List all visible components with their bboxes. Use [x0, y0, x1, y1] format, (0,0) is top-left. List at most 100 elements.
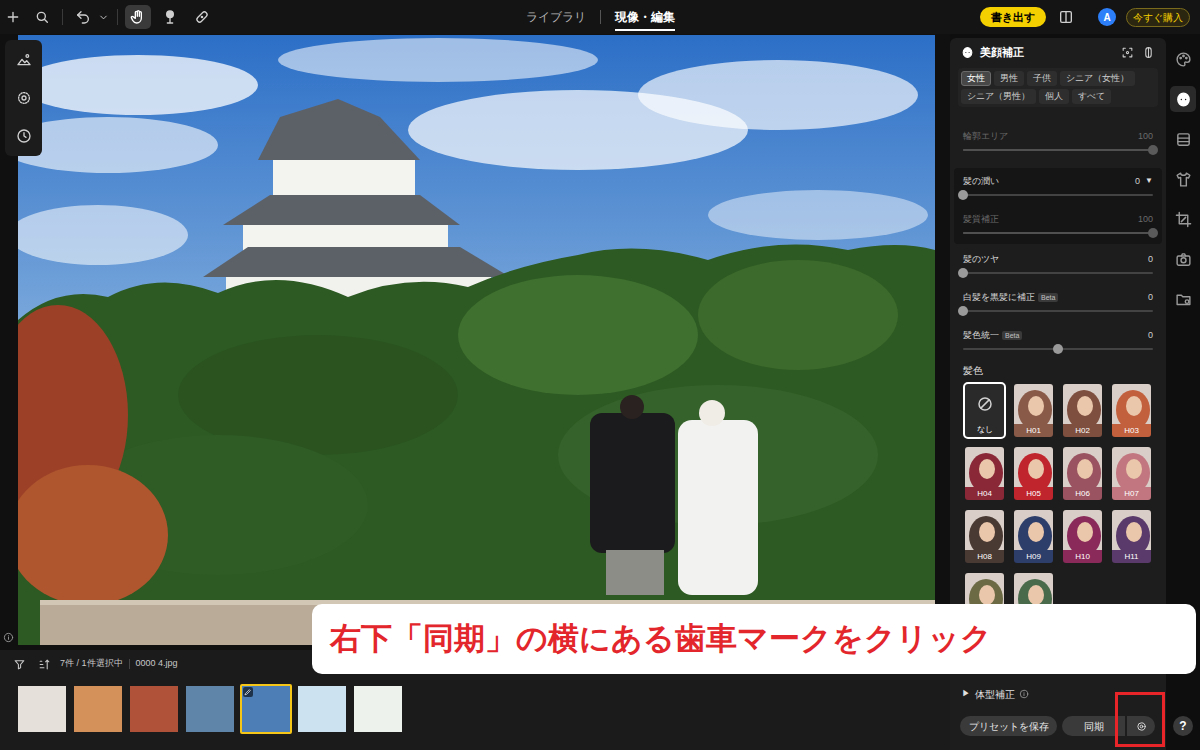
slider-area — [963, 188, 1153, 202]
slider-menu-toggle[interactable]: ▼ — [1145, 177, 1153, 185]
side-tool-button[interactable] — [1170, 86, 1196, 112]
tool-button[interactable] — [29, 5, 55, 29]
slider-value[interactable]: 0 — [1135, 177, 1140, 186]
slider-knob[interactable] — [958, 306, 968, 316]
hair-color-swatch[interactable]: H06 — [1061, 445, 1104, 502]
tool-button[interactable] — [157, 5, 183, 29]
canvas-tool-button[interactable] — [11, 48, 37, 72]
preset-tab[interactable]: 子供 — [1027, 71, 1057, 86]
slider-track[interactable] — [963, 310, 1153, 312]
export-button[interactable]: 書き出す — [980, 7, 1046, 27]
split-view-icon[interactable] — [1057, 8, 1075, 26]
thumbnail[interactable] — [184, 684, 236, 734]
filter-icon[interactable] — [13, 658, 26, 671]
expand-arrow[interactable]: ▶ — [962, 688, 970, 700]
avatar[interactable]: A — [1098, 8, 1116, 26]
hair-color-swatch[interactable]: なし — [963, 382, 1006, 439]
slider-track[interactable] — [963, 272, 1153, 274]
tool-button[interactable] — [0, 5, 26, 29]
hair-color-swatch[interactable]: H02 — [1061, 382, 1104, 439]
compare-icon[interactable] — [1142, 46, 1155, 59]
thumbnail[interactable] — [128, 684, 180, 734]
crop-icon — [1175, 211, 1192, 228]
hair-color-swatch[interactable]: H08 — [963, 508, 1006, 565]
side-tool-button[interactable] — [1170, 286, 1196, 312]
thumbnail[interactable] — [240, 684, 292, 734]
mode-tab-label[interactable]: 現像・編集 — [615, 8, 675, 26]
face-detect-icon[interactable] — [1121, 46, 1134, 59]
slider-fill — [963, 149, 1153, 151]
buy-button[interactable]: 今すぐ購入 — [1126, 8, 1190, 27]
mode-tab[interactable]: 現像・編集 — [615, 0, 675, 34]
slider-label: 髪のツヤ — [963, 255, 999, 264]
slider-knob[interactable] — [1148, 228, 1158, 238]
slider-track[interactable] — [963, 194, 1153, 196]
annotation-text: 右下「同期」の横にある歯車マークをクリック — [330, 616, 992, 663]
hair-color-swatch[interactable]: H10 — [1061, 508, 1104, 565]
preset-tab[interactable]: 男性 — [994, 71, 1024, 86]
mode-tab-label[interactable]: ライブラリ — [526, 8, 586, 26]
canvas — [0, 34, 950, 650]
preset-tab[interactable]: 女性 — [961, 71, 991, 86]
top-actions: 書き出す A 今すぐ購入 — [780, 0, 1200, 34]
thumbnail[interactable] — [352, 684, 404, 734]
sort-icon[interactable] — [38, 658, 51, 671]
slider-value[interactable]: 100 — [1138, 215, 1153, 224]
bandage-icon — [194, 9, 210, 25]
canvas-tool-button[interactable] — [11, 86, 37, 110]
body-section-label[interactable]: 体型補正 — [975, 687, 1015, 702]
hair-color-swatch[interactable]: H03 — [1110, 382, 1153, 439]
info-icon[interactable] — [1019, 689, 1029, 699]
hair-color-swatch[interactable]: H04 — [963, 445, 1006, 502]
canvas-tool-button[interactable] — [11, 124, 37, 148]
tool-button[interactable] — [125, 5, 151, 29]
tool-button[interactable] — [189, 5, 215, 29]
info-icon[interactable] — [3, 632, 14, 643]
thumbnail[interactable] — [296, 684, 348, 734]
swatch-label: H09 — [1014, 550, 1053, 563]
tool-button[interactable] — [70, 5, 96, 29]
slider-track[interactable] — [963, 149, 1153, 151]
tool-button[interactable] — [96, 5, 110, 29]
preset-tab[interactable]: シニア（女性） — [1060, 71, 1135, 86]
thumbnail[interactable] — [16, 684, 68, 734]
photo[interactable] — [18, 35, 935, 645]
header-divider — [129, 659, 130, 669]
slider-knob[interactable] — [1053, 344, 1063, 354]
help-button[interactable]: ? — [1173, 716, 1193, 736]
slider-knob[interactable] — [1148, 145, 1158, 155]
hair-color-swatch[interactable]: H05 — [1012, 445, 1055, 502]
side-tool-button[interactable] — [1170, 206, 1196, 232]
side-tool-button[interactable] — [1170, 246, 1196, 272]
preset-tab[interactable]: 個人 — [1039, 89, 1069, 104]
swatch-label: H07 — [1112, 487, 1151, 500]
slider-track[interactable] — [963, 232, 1153, 234]
slider-knob[interactable] — [958, 190, 968, 200]
preset-tab[interactable]: すべて — [1072, 89, 1111, 104]
body-section-header[interactable]: ▶ 体型補正 — [950, 682, 1166, 706]
slider-track[interactable] — [963, 348, 1153, 350]
swatch-label: H11 — [1112, 550, 1151, 563]
slider-value[interactable]: 0 — [1148, 331, 1153, 340]
side-tool-button[interactable] — [1170, 166, 1196, 192]
preset-tab[interactable]: シニア（男性） — [961, 89, 1036, 104]
side-tool-button[interactable] — [1170, 46, 1196, 72]
hair-color-swatch[interactable]: H11 — [1110, 508, 1153, 565]
sync-button[interactable]: 同期 — [1062, 716, 1125, 736]
face-icon — [961, 46, 974, 59]
slider-value[interactable]: 0 — [1148, 293, 1153, 302]
hair-color-swatch[interactable]: H01 — [1012, 382, 1055, 439]
slider-knob[interactable] — [958, 268, 968, 278]
sync-settings-button[interactable] — [1127, 716, 1155, 736]
thumbnail[interactable] — [72, 684, 124, 734]
side-tool-button[interactable] — [1170, 126, 1196, 152]
slider-value[interactable]: 100 — [1138, 132, 1153, 141]
slider-value[interactable]: 0 — [1148, 255, 1153, 264]
save-preset-button[interactable]: プリセットを保存 — [960, 716, 1057, 736]
mode-tab[interactable]: ライブラリ — [526, 0, 586, 34]
slider-label: 髪質補正 — [963, 215, 999, 224]
hand-icon — [130, 9, 146, 25]
hair-color-swatch[interactable]: H09 — [1012, 508, 1055, 565]
hair-color-swatch[interactable]: H07 — [1110, 445, 1153, 502]
slider-label-row: 髪色統一Beta0 — [963, 328, 1153, 342]
